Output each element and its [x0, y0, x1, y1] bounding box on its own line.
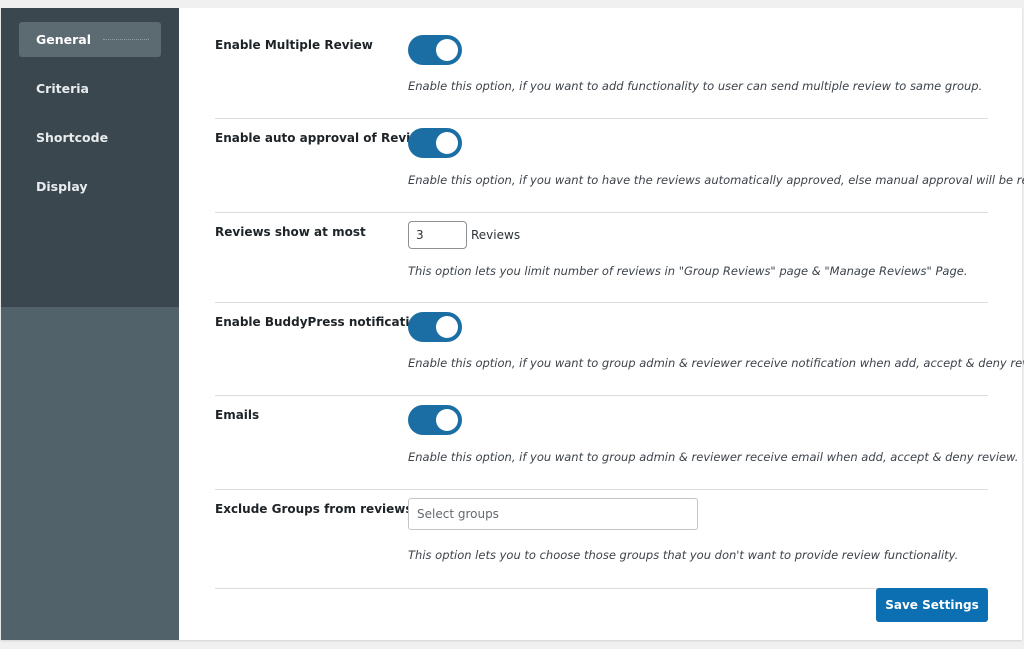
reviews-unit-label: Reviews	[471, 228, 521, 242]
reviews-at-most-label: Reviews show at most	[215, 225, 366, 239]
reviews-at-most-description: This option lets you limit number of rev…	[408, 264, 968, 278]
buddypress-notifications-label: Enable BuddyPress notifications	[215, 315, 434, 329]
multiple-review-label: Enable Multiple Review	[215, 38, 373, 52]
toggle-knob	[436, 409, 458, 431]
emails-toggle[interactable]	[408, 405, 462, 435]
buddypress-notifications-description: Enable this option, if you want to group…	[408, 356, 1024, 370]
multiple-review-description: Enable this option, if you want to add f…	[408, 79, 983, 93]
auto-approval-label: Enable auto approval of Reviews	[215, 131, 437, 145]
settings-panel: General Criteria Shortcode Display Enabl…	[1, 8, 1024, 640]
sidebar: General Criteria Shortcode Display	[1, 8, 179, 640]
sidebar-item-display[interactable]: Display	[19, 169, 161, 204]
exclude-groups-label: Exclude Groups from reviews	[215, 502, 413, 516]
multiple-review-toggle[interactable]	[408, 35, 462, 65]
auto-approval-description: Enable this option, if you want to have …	[408, 173, 1024, 187]
toggle-knob	[436, 132, 458, 154]
toggle-knob	[436, 39, 458, 61]
toggle-knob	[436, 316, 458, 338]
exclude-groups-description: This option lets you to choose those gro…	[408, 548, 959, 562]
setting-row-auto-approval: Enable auto approval of Reviews Enable t…	[215, 128, 1024, 213]
buddypress-notifications-toggle[interactable]	[408, 312, 462, 342]
reviews-at-most-input[interactable]	[408, 221, 467, 249]
setting-row-reviews-at-most: Reviews show at most Reviews This option…	[215, 221, 988, 303]
auto-approval-toggle[interactable]	[408, 128, 462, 158]
emails-label: Emails	[215, 408, 260, 422]
save-settings-button[interactable]: Save Settings	[876, 588, 988, 622]
setting-row-emails: Emails Enable this option, if you want t…	[215, 405, 1018, 490]
settings-form: Enable Multiple Review Enable this optio…	[179, 8, 1024, 640]
sidebar-nav: General Criteria Shortcode Display	[1, 8, 179, 307]
setting-row-exclude-groups: Exclude Groups from reviews Select group…	[215, 498, 988, 589]
setting-row-multiple-review: Enable Multiple Review Enable this optio…	[215, 35, 988, 119]
sidebar-item-general[interactable]: General	[19, 22, 161, 57]
sidebar-item-criteria[interactable]: Criteria	[19, 71, 161, 106]
setting-row-buddypress-notifications: Enable BuddyPress notifications Enable t…	[215, 312, 1024, 396]
exclude-groups-select[interactable]: Select groups	[408, 498, 698, 530]
emails-description: Enable this option, if you want to group…	[408, 450, 1019, 464]
sidebar-item-shortcode[interactable]: Shortcode	[19, 120, 161, 155]
